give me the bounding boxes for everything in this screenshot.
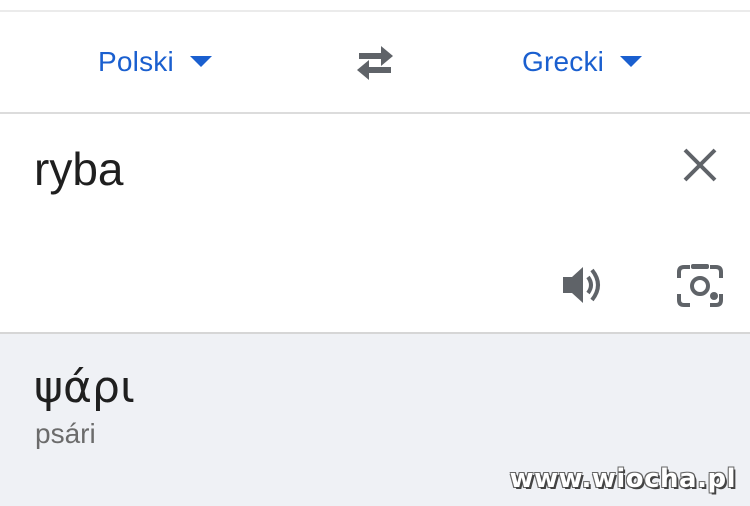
clear-input-button[interactable] — [679, 144, 721, 186]
language-bar: Polski Grecki — [0, 12, 750, 112]
target-language-selector[interactable]: Grecki — [522, 12, 643, 112]
camera-lens-button[interactable] — [675, 263, 725, 309]
caret-down-icon — [620, 56, 643, 68]
caret-down-icon — [189, 56, 212, 68]
source-language-label: Polski — [98, 46, 174, 77]
camera-lens-icon — [677, 264, 723, 307]
source-text[interactable]: ryba — [34, 142, 123, 196]
close-icon — [683, 148, 717, 182]
swap-arrows-icon — [357, 46, 393, 80]
target-language-label: Grecki — [522, 46, 605, 77]
source-text-area[interactable]: ryba — [0, 114, 750, 332]
swap-languages-button[interactable] — [351, 43, 399, 83]
translation-text: ψάρι — [34, 362, 135, 413]
listen-source-button[interactable] — [559, 261, 607, 309]
speaker-icon — [563, 267, 600, 303]
transliteration-text: psári — [35, 418, 96, 449]
source-language-selector[interactable]: Polski — [98, 12, 212, 112]
site-watermark: www.wiocha.pl — [509, 464, 736, 494]
